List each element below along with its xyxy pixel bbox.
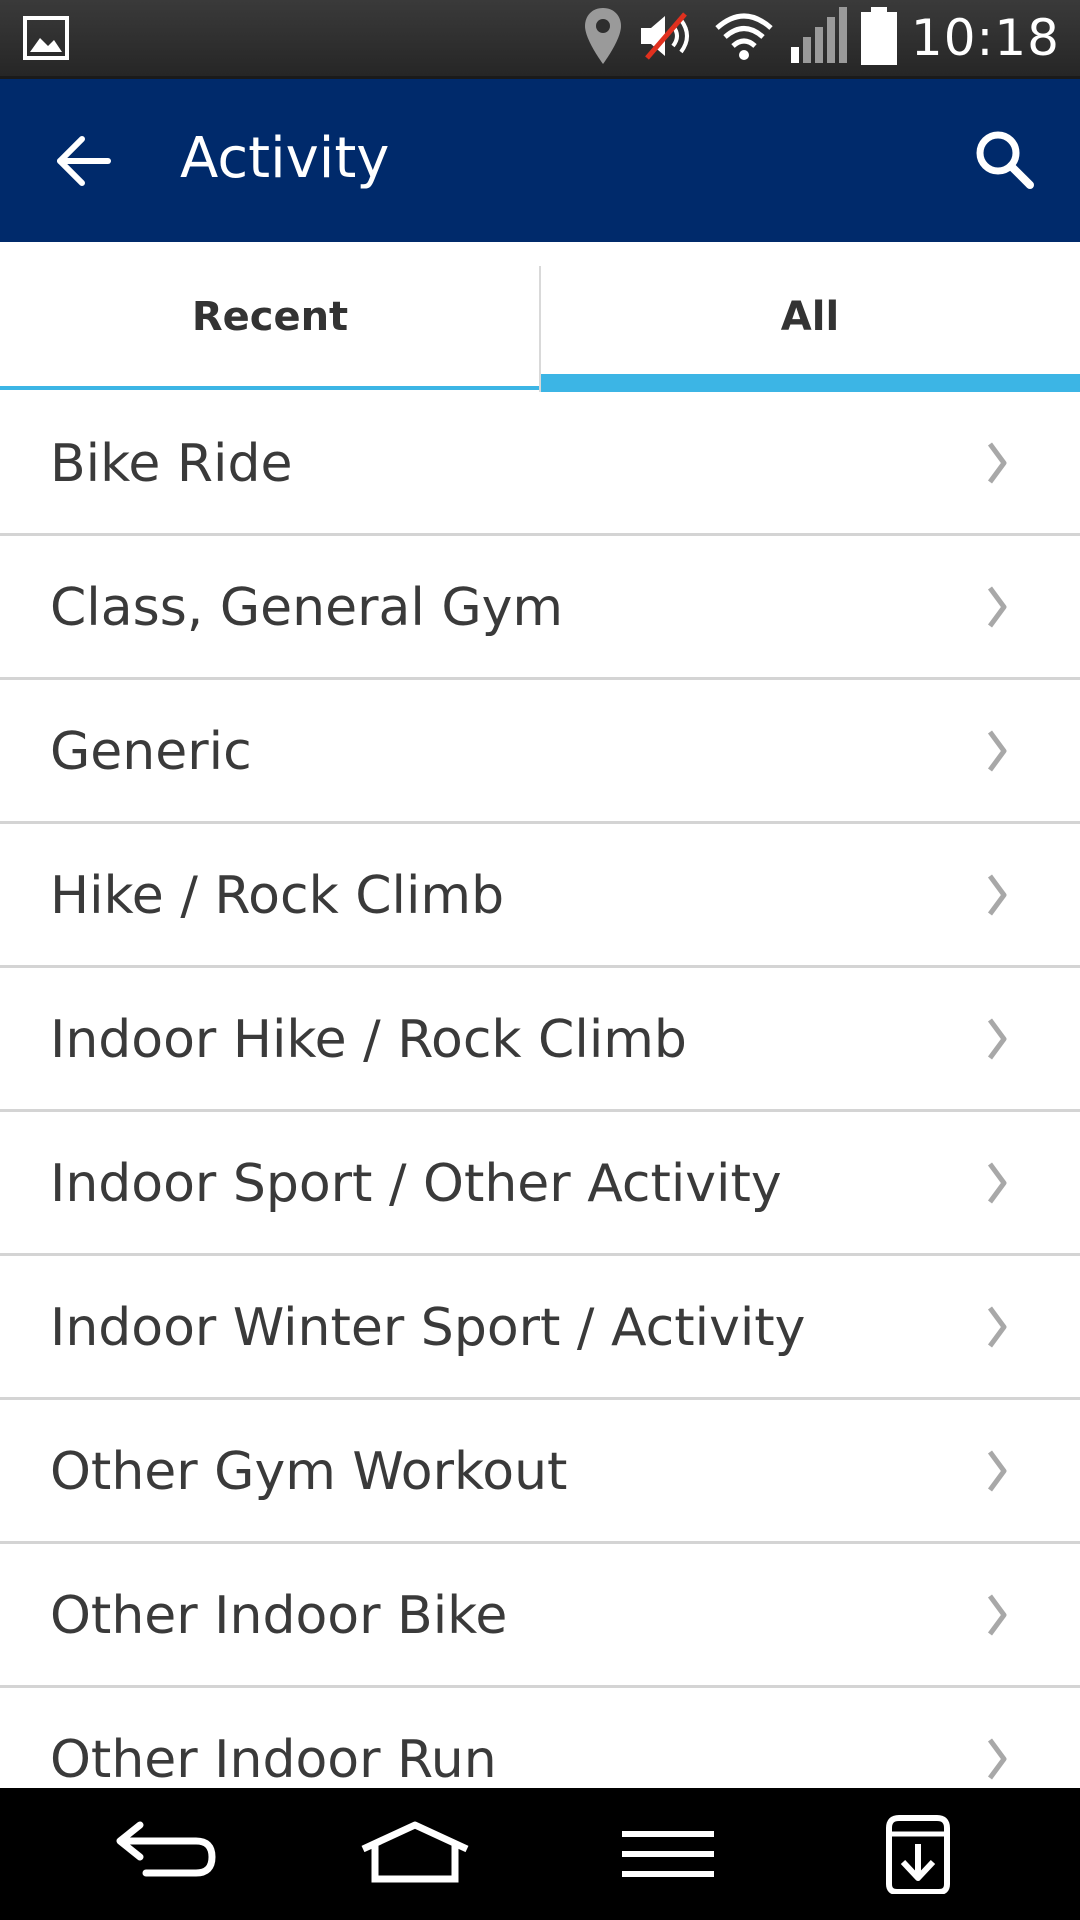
list-item-label: Other Indoor Run [50,1730,497,1788]
home-nav-icon[interactable] [345,1788,485,1920]
tab-bar: Recent All [0,242,1080,392]
list-item[interactable]: Other Gym Workout [0,1400,1080,1544]
system-nav-bar [0,1788,1080,1920]
battery-icon [860,7,897,69]
list-item[interactable]: Other Indoor Run [0,1688,1080,1788]
download-nav-icon[interactable] [848,1788,988,1920]
list-item[interactable]: Bike Ride [0,392,1080,536]
list-item-label: Hike / Rock Climb [50,866,505,926]
chevron-right-icon [986,1592,1008,1638]
list-item[interactable]: Other Indoor Bike [0,1544,1080,1688]
menu-nav-icon[interactable] [598,1788,738,1920]
status-bar: 10:18 [0,0,1080,76]
activity-list[interactable]: Bike Ride Class, General Gym Generic Hike /… [0,392,1080,1788]
list-item-label: Bike Ride [50,434,293,494]
list-item-label: Other Gym Workout [50,1442,568,1502]
back-nav-icon[interactable] [90,1788,230,1920]
chevron-right-icon [986,440,1008,486]
page-title: Activity [180,126,390,191]
chevron-right-icon [986,1448,1008,1494]
list-item[interactable]: Indoor Winter Sport / Activity [0,1256,1080,1400]
gallery-icon [22,14,70,66]
list-item-label: Indoor Sport / Other Activity [50,1154,782,1214]
back-arrow-icon[interactable] [52,129,116,193]
chevron-right-icon [986,1304,1008,1350]
chevron-right-icon [986,1160,1008,1206]
chevron-right-icon [986,728,1008,774]
list-item[interactable]: Hike / Rock Climb [0,824,1080,968]
search-icon[interactable] [970,125,1040,195]
app-bar: Activity [0,76,1080,242]
list-item[interactable]: Indoor Hike / Rock Climb [0,968,1080,1112]
list-item-label: Other Indoor Bike [50,1586,508,1646]
list-item-label: Indoor Winter Sport / Activity [50,1298,806,1358]
list-item-label: Class, General Gym [50,578,564,638]
list-item-label: Indoor Hike / Rock Climb [50,1010,687,1070]
list-item[interactable]: Generic [0,680,1080,824]
list-item[interactable]: Class, General Gym [0,536,1080,680]
signal-icon [789,7,847,69]
list-item[interactable]: Indoor Sport / Other Activity [0,1112,1080,1256]
tab-recent-label: Recent [191,294,349,340]
status-clock: 10:18 [910,9,1060,67]
wifi-icon [713,10,775,66]
location-icon [583,6,623,70]
tab-all[interactable]: All [540,242,1080,392]
chevron-right-icon [986,1016,1008,1062]
tab-recent[interactable]: Recent [0,242,540,392]
list-item-label: Generic [50,722,252,782]
mute-icon [637,10,699,66]
tab-all-label: All [780,294,840,340]
chevron-right-icon [986,872,1008,918]
tab-recent-underline [0,386,539,390]
tab-all-selected-indicator [541,374,1080,392]
chevron-right-icon [986,584,1008,630]
chevron-right-icon [986,1736,1008,1782]
